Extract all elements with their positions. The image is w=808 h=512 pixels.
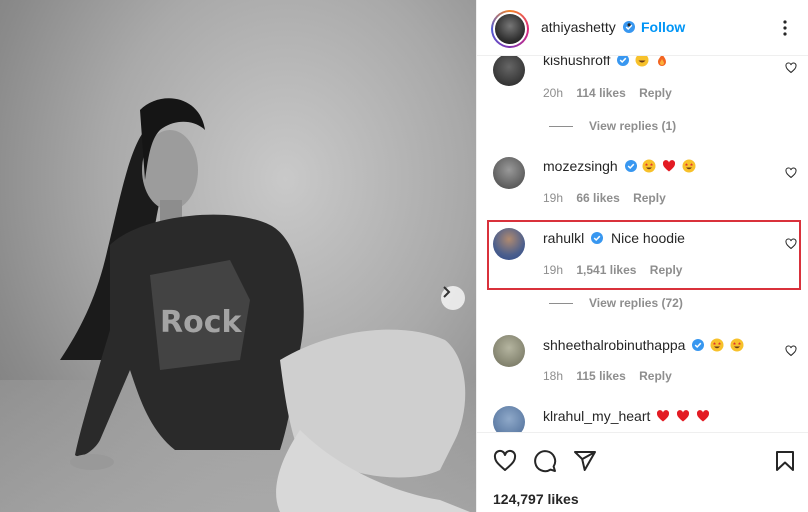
post-side-panel: athiyashetty • Follow kishushroff 20h 11… xyxy=(476,0,808,512)
reply-button[interactable]: Reply xyxy=(639,369,672,383)
heart-emoji-icon xyxy=(696,410,710,422)
commenter-avatar[interactable] xyxy=(493,406,525,432)
verified-icon xyxy=(624,160,637,172)
commenter-username[interactable]: mozezsingh xyxy=(543,158,618,174)
commenter-avatar[interactable] xyxy=(493,56,525,86)
comment-meta: 19h 66 likes Reply xyxy=(543,191,676,205)
star-eyes-emoji-icon xyxy=(682,159,696,173)
comment-likes[interactable]: 114 likes xyxy=(576,86,625,100)
commenter-username[interactable]: klrahul_my_heart xyxy=(543,408,650,424)
comment-likes[interactable]: 115 likes xyxy=(576,369,625,383)
view-replies-button[interactable]: View replies (1) xyxy=(549,119,676,133)
commenter-username[interactable]: kishushroff xyxy=(543,56,610,68)
comment-text: klrahul_my_heart xyxy=(543,408,710,424)
comment-text: mozezsingh xyxy=(543,158,696,174)
heart-emoji-icon xyxy=(657,410,670,422)
verified-icon xyxy=(591,232,604,244)
follow-button[interactable]: Follow xyxy=(641,19,685,35)
comment-text: rahulkl Nice hoodie xyxy=(543,230,685,246)
reply-button[interactable]: Reply xyxy=(650,263,683,277)
comment-time: 20h xyxy=(543,86,564,100)
post-actions-bar: 124,797 likes xyxy=(477,432,808,512)
share-icon[interactable] xyxy=(573,449,597,473)
more-icon[interactable] xyxy=(775,18,795,38)
comment-time: 19h xyxy=(543,191,564,205)
comment-meta: 20h 114 likes Reply xyxy=(543,86,682,100)
commenter-avatar[interactable] xyxy=(493,335,525,367)
commenter-username[interactable]: shheethalrobinuthappa xyxy=(543,337,685,353)
heart-emoji-icon xyxy=(677,410,690,422)
reply-button[interactable]: Reply xyxy=(633,191,666,205)
view-replies-button[interactable]: View replies (72) xyxy=(549,296,683,310)
comment-body: Nice hoodie xyxy=(611,230,685,246)
heart-icon[interactable] xyxy=(785,345,797,357)
fire-emoji-icon xyxy=(658,56,667,66)
author-username[interactable]: athiyashetty xyxy=(541,19,635,35)
post-photo: Rock xyxy=(0,0,476,512)
comment-likes[interactable]: 66 likes xyxy=(576,191,619,205)
commenter-username[interactable]: rahulkl xyxy=(543,230,584,246)
comments-list[interactable]: kishushroff 20h 114 likes Reply View rep… xyxy=(477,56,808,432)
heart-emoji-icon xyxy=(663,160,676,172)
heart-icon[interactable] xyxy=(785,238,797,250)
author-avatar[interactable] xyxy=(491,10,529,48)
bookmark-icon[interactable] xyxy=(773,449,797,473)
commenter-avatar[interactable] xyxy=(493,228,525,260)
reply-button[interactable]: Reply xyxy=(639,86,672,100)
verified-icon xyxy=(692,339,705,351)
photo-illustration: Rock xyxy=(0,98,476,512)
chevron-right-icon xyxy=(443,286,451,298)
post-header: athiyashetty • Follow xyxy=(477,0,808,56)
star-eyes-emoji-icon xyxy=(730,338,744,352)
comment-icon[interactable] xyxy=(533,449,557,473)
grin-emoji-icon xyxy=(635,56,649,67)
commenter-avatar[interactable] xyxy=(493,157,525,189)
verified-icon xyxy=(617,56,630,66)
next-photo-button[interactable] xyxy=(441,286,465,310)
comment-likes[interactable]: 1,541 likes xyxy=(576,263,636,277)
comment-meta: 18h 115 likes Reply xyxy=(543,369,682,383)
comment-text: kishushroff xyxy=(543,56,669,68)
separator-dot: • xyxy=(627,18,632,32)
heart-icon[interactable] xyxy=(785,167,797,179)
heart-icon[interactable] xyxy=(785,62,797,74)
svg-text:Rock: Rock xyxy=(160,305,242,340)
heart-icon[interactable] xyxy=(493,449,517,473)
comment-time: 18h xyxy=(543,369,564,383)
star-eyes-emoji-icon xyxy=(710,338,724,352)
star-eyes-emoji-icon xyxy=(642,159,656,173)
comment-meta: 19h 1,541 likes Reply xyxy=(543,263,692,277)
likes-count[interactable]: 124,797 likes xyxy=(493,491,579,507)
comment-text: shheethalrobinuthappa xyxy=(543,337,744,353)
comment-time: 19h xyxy=(543,263,564,277)
